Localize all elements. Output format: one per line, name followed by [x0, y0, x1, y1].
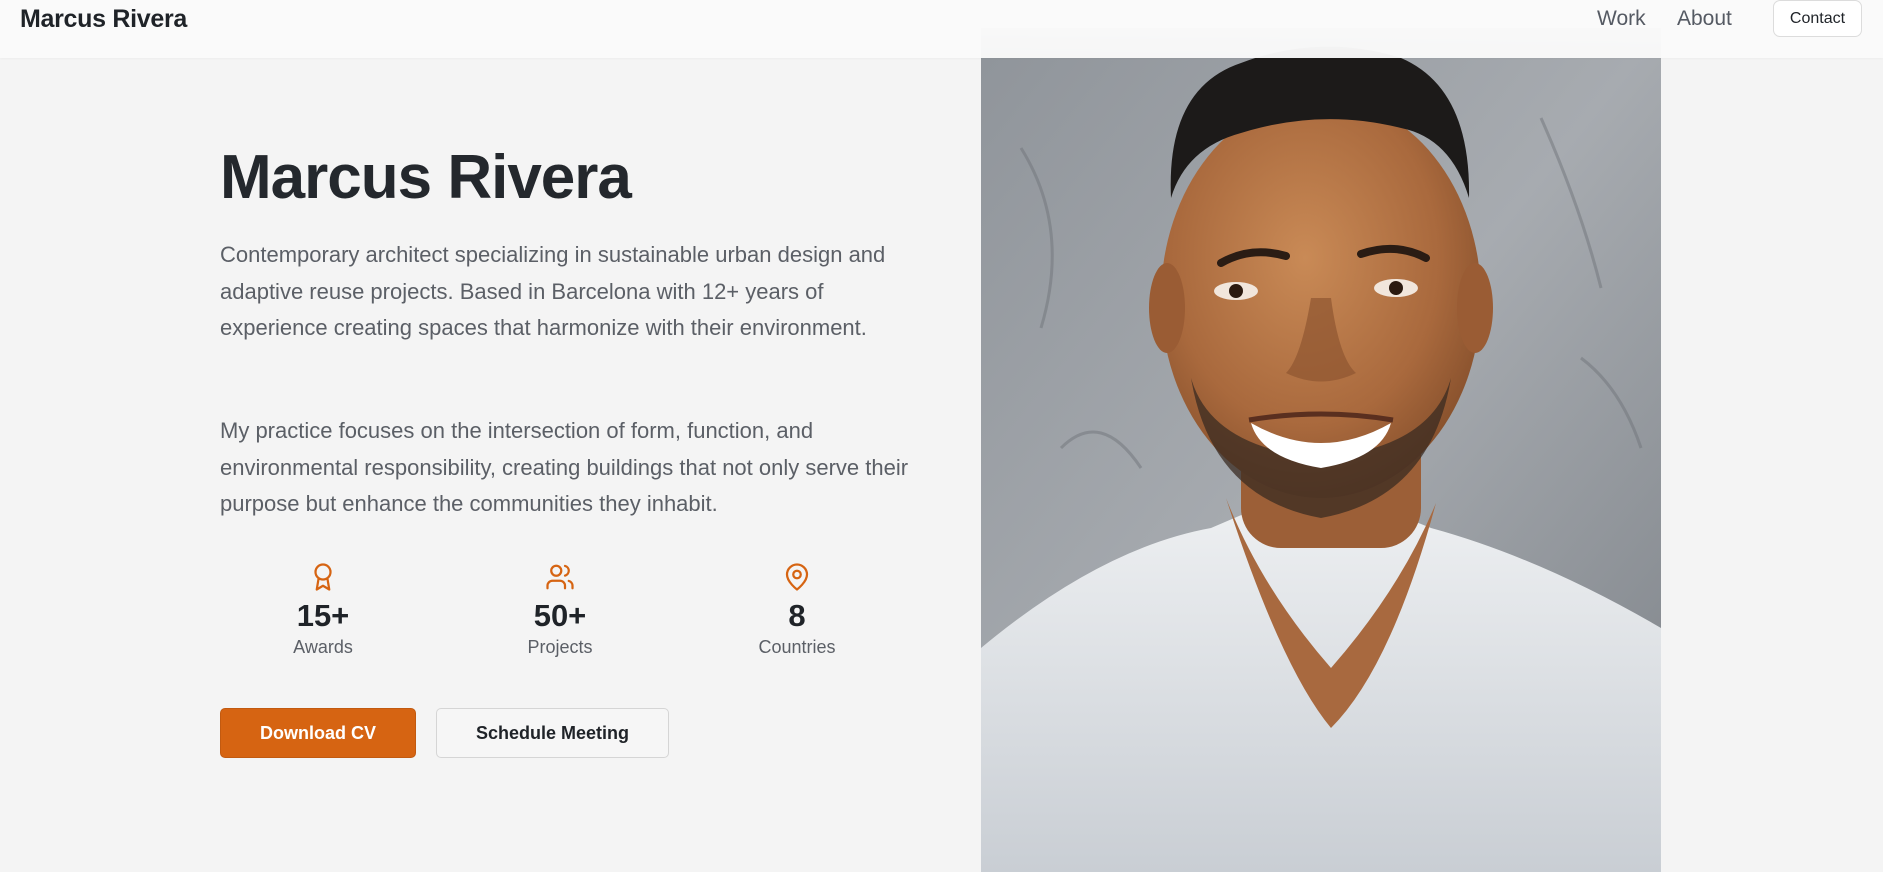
download-cv-button[interactable]: Download CV [220, 708, 416, 758]
schedule-meeting-button[interactable]: Schedule Meeting [436, 708, 669, 758]
stat-value: 50+ [533, 598, 587, 633]
stat-awards: 15+ Awards [233, 560, 413, 658]
stat-projects: 50+ Projects [470, 560, 650, 658]
top-navbar: Marcus Rivera Work About Contact [0, 0, 1883, 58]
brand-name[interactable]: Marcus Rivera [20, 5, 187, 34]
nav-link-about[interactable]: About [1677, 7, 1732, 31]
stat-label: Projects [527, 637, 593, 657]
stat-label: Countries [758, 637, 836, 657]
intro-paragraph: Contemporary architect specializing in s… [220, 242, 886, 340]
users-icon [546, 564, 574, 590]
portrait-illustration [981, 28, 1661, 872]
award-icon [314, 563, 332, 591]
nav-link-work[interactable]: Work [1597, 7, 1646, 31]
contact-button[interactable]: Contact [1773, 0, 1862, 37]
stat-value: 8 [788, 598, 806, 633]
stat-value: 15+ [296, 598, 350, 633]
portrait-photo [981, 28, 1661, 872]
stat-countries: 8 Countries [707, 560, 887, 658]
practice-paragraph: My practice focuses on the intersection … [220, 418, 909, 516]
map-pin-icon [785, 563, 809, 591]
stat-label: Awards [293, 637, 353, 657]
page-title: Marcus Rivera [220, 143, 632, 212]
